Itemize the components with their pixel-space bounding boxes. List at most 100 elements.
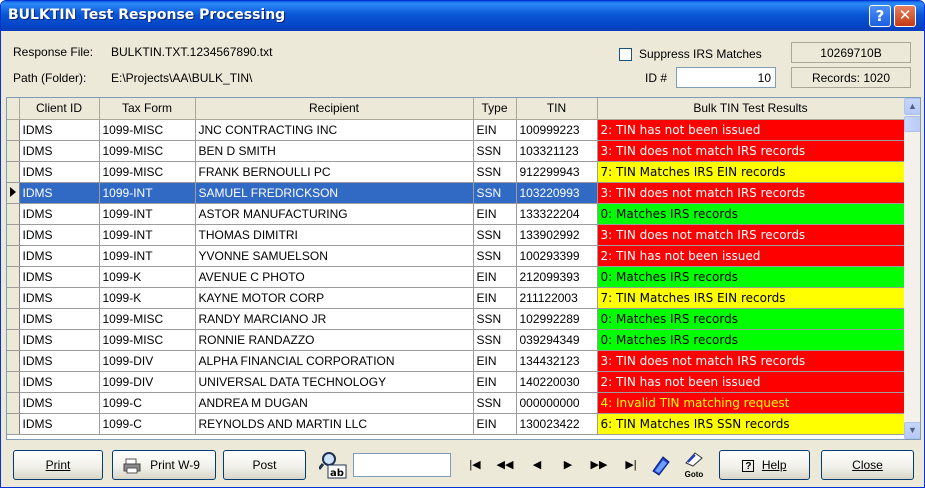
- type-cell: EIN: [473, 350, 517, 372]
- table-row[interactable]: IDMS 1099-INT YVONNE SAMUELSON SSN 100293399…: [7, 245, 905, 267]
- scroll-up-button[interactable]: ▲: [904, 98, 920, 115]
- vertical-scrollbar[interactable]: ▲ ▼: [904, 98, 920, 439]
- tin-cell: 140220030: [516, 371, 598, 393]
- column-header-tax-form[interactable]: Tax Form: [99, 98, 196, 120]
- tin-cell: 100999223: [516, 119, 598, 141]
- table-row[interactable]: IDMS 1099-DIV UNIVERSAL DATA TECHNOLOGY EIN…: [7, 371, 905, 393]
- recipient-cell: ASTOR MANUFACTURING: [195, 203, 474, 225]
- result-cell: 2: TIN has not been issued: [597, 371, 905, 393]
- client-id-cell: IDMS: [19, 350, 100, 372]
- type-cell: SSN: [473, 140, 517, 162]
- table-row[interactable]: IDMS 1099-MISC RANDY MARCIANO JR SSN 1029922…: [7, 308, 905, 330]
- row-indicator: [7, 413, 20, 435]
- column-header-client-id[interactable]: Client ID: [19, 98, 100, 120]
- print-button[interactable]: Print: [13, 450, 103, 480]
- goto-label: Goto: [684, 470, 704, 479]
- post-button[interactable]: Post: [223, 450, 306, 480]
- type-cell: SSN: [473, 308, 517, 330]
- table-row[interactable]: IDMS 1099-INT SAMUEL FREDRICKSON SSN 1032209…: [7, 182, 905, 204]
- recipient-cell: RONNIE RANDAZZO: [195, 329, 474, 351]
- table-row[interactable]: IDMS 1099-MISC JNC CONTRACTING INC EIN 10099…: [7, 119, 905, 141]
- row-indicator: [7, 308, 20, 330]
- response-file-label: Response File:: [13, 45, 94, 59]
- type-cell: EIN: [473, 203, 517, 225]
- table-row[interactable]: IDMS 1099-K KAYNE MOTOR CORP EIN 211122003 7:…: [7, 287, 905, 309]
- tin-cell: 133902992: [516, 224, 598, 246]
- id-input[interactable]: 10: [676, 67, 776, 88]
- result-cell: 3: TIN does not match IRS records: [597, 350, 905, 372]
- column-header-recipient[interactable]: Recipient: [195, 98, 474, 120]
- client-id-cell: IDMS: [19, 371, 100, 393]
- main-window: BULKTIN Test Response Processing ? ✕ Res…: [0, 0, 925, 488]
- tax-form-cell: 1099-INT: [99, 245, 196, 267]
- type-cell: EIN: [473, 119, 517, 141]
- table-row[interactable]: IDMS 1099-C REYNOLDS AND MARTIN LLC EIN 1300…: [7, 413, 905, 435]
- table-row[interactable]: IDMS 1099-DIV ALPHA FINANCIAL CORPORATION E…: [7, 350, 905, 372]
- tin-cell: 103220993: [516, 182, 598, 204]
- print-w9-button[interactable]: Print W-9: [112, 450, 216, 480]
- next-page-button[interactable]: ▶▶: [589, 456, 609, 474]
- table-row[interactable]: IDMS 1099-C ANDREA M DUGAN SSN 000000000 4: I…: [7, 392, 905, 414]
- tin-cell: 130023422: [516, 413, 598, 435]
- table-row[interactable]: IDMS 1099-MISC BEN D SMITH SSN 103321123 3: T…: [7, 140, 905, 162]
- tax-form-cell: 1099-MISC: [99, 308, 196, 330]
- table-row[interactable]: IDMS 1099-MISC RONNIE RANDAZZO SSN 039294349…: [7, 329, 905, 351]
- row-indicator: [7, 161, 20, 183]
- client-id-cell: IDMS: [19, 140, 100, 162]
- close-button[interactable]: Close: [821, 450, 914, 480]
- suppress-irs-matches-checkbox[interactable]: [619, 48, 632, 61]
- help-button[interactable]: ? Help: [719, 450, 810, 480]
- client-id-cell: IDMS: [19, 413, 100, 435]
- result-cell: 3: TIN does not match IRS records: [597, 224, 905, 246]
- next-record-button[interactable]: ▶: [558, 456, 578, 474]
- client-id-cell: IDMS: [19, 329, 100, 351]
- client-id-cell: IDMS: [19, 203, 100, 225]
- recipient-cell: ALPHA FINANCIAL CORPORATION: [195, 350, 474, 372]
- result-cell: 2: TIN has not been issued: [597, 119, 905, 141]
- last-record-button[interactable]: ▶|: [621, 456, 641, 474]
- previous-record-button[interactable]: ◀: [527, 456, 547, 474]
- result-cell: 7: TIN Matches IRS EIN records: [597, 161, 905, 183]
- result-cell: 6: TIN Matches IRS SSN records: [597, 413, 905, 435]
- bookmark-icon[interactable]: [649, 453, 673, 477]
- scroll-thumb[interactable]: [904, 116, 920, 132]
- suppress-irs-matches-label[interactable]: Suppress IRS Matches: [639, 47, 762, 61]
- column-header-results[interactable]: Bulk TIN Test Results: [597, 98, 905, 120]
- recipient-cell: YVONNE SAMUELSON: [195, 245, 474, 267]
- type-cell: SSN: [473, 161, 517, 183]
- column-header-tin[interactable]: TIN: [516, 98, 598, 120]
- table-row[interactable]: IDMS 1099-INT THOMAS DIMITRI SSN 133902992 3:…: [7, 224, 905, 246]
- find-input[interactable]: [353, 453, 451, 477]
- scroll-down-button[interactable]: ▼: [904, 422, 920, 439]
- tax-form-cell: 1099-MISC: [99, 161, 196, 183]
- recipient-cell: KAYNE MOTOR CORP: [195, 287, 474, 309]
- result-cell: 0: Matches IRS records: [597, 266, 905, 288]
- current-row-arrow-icon: [10, 186, 16, 197]
- close-window-button[interactable]: ✕: [894, 5, 916, 27]
- code-box: 10269710B: [791, 42, 911, 63]
- type-cell: SSN: [473, 224, 517, 246]
- type-cell: EIN: [473, 266, 517, 288]
- print-button-label: Print: [45, 458, 71, 472]
- printer-icon: [123, 458, 141, 474]
- tax-form-cell: 1099-MISC: [99, 329, 196, 351]
- table-row[interactable]: IDMS 1099-INT ASTOR MANUFACTURING EIN 133322…: [7, 203, 905, 225]
- find-text-icon[interactable]: ab: [319, 450, 349, 480]
- goto-button[interactable]: Goto: [681, 451, 707, 479]
- tin-cell: 134432123: [516, 350, 598, 372]
- table-header-row: Client ID Tax Form Recipient Type TIN Bu…: [7, 98, 905, 120]
- previous-page-button[interactable]: ◀◀: [495, 456, 515, 474]
- first-record-button[interactable]: |◀: [465, 456, 485, 474]
- result-cell: 3: TIN does not match IRS records: [597, 140, 905, 162]
- table-row[interactable]: IDMS 1099-K AVENUE C PHOTO EIN 212099393 0: M…: [7, 266, 905, 288]
- type-cell: EIN: [473, 413, 517, 435]
- result-cell: 7: TIN Matches IRS EIN records: [597, 287, 905, 309]
- results-grid[interactable]: Client ID Tax Form Recipient Type TIN Bu…: [6, 97, 921, 440]
- column-header-type[interactable]: Type: [473, 98, 517, 120]
- svg-text:ab: ab: [330, 468, 344, 479]
- table-row[interactable]: IDMS 1099-MISC FRANK BERNOULLI PC SSN 912299…: [7, 161, 905, 183]
- help-title-button[interactable]: ?: [869, 5, 891, 27]
- tin-cell: 912299943: [516, 161, 598, 183]
- tin-cell: 039294349: [516, 329, 598, 351]
- client-id-cell: IDMS: [19, 119, 100, 141]
